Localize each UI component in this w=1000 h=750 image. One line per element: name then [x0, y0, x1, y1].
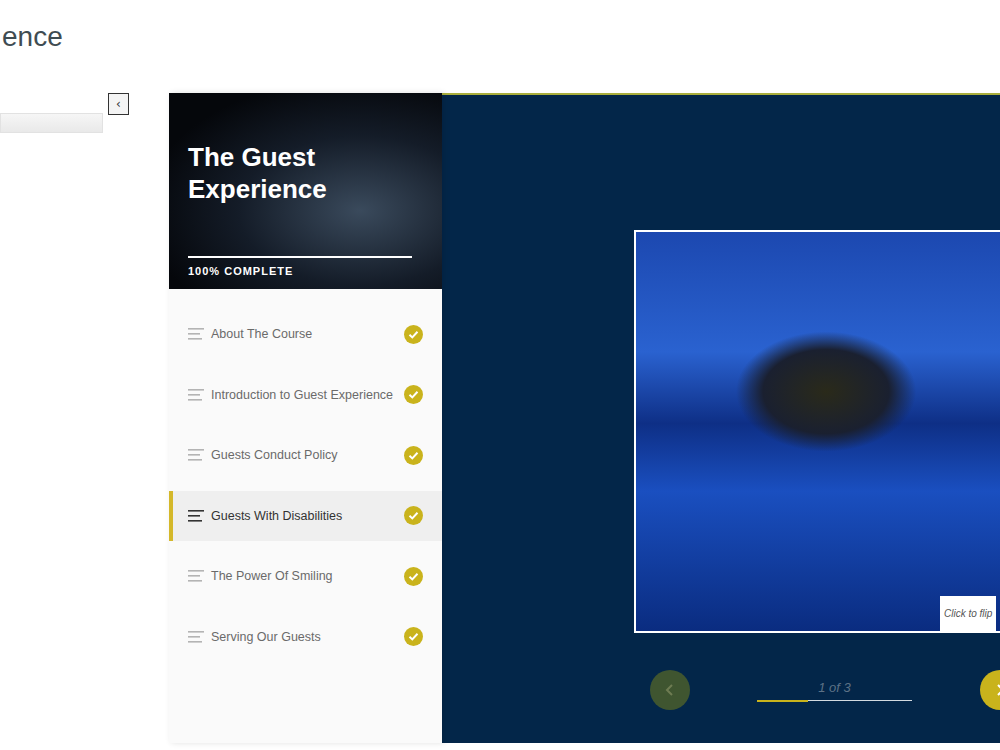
- lines-icon: [188, 631, 204, 643]
- lesson-list: About The Course Introduction to Guest Ex…: [169, 289, 442, 743]
- lesson-item[interactable]: The Power Of Smiling: [169, 551, 442, 601]
- progress-track: [188, 256, 412, 258]
- check-icon: [404, 385, 423, 404]
- main: ‹ The Guest Experience 100% COMPLETE About …: [0, 93, 1000, 743]
- lesson-label: Serving Our Guests: [211, 629, 400, 645]
- check-icon: [404, 627, 423, 646]
- progress-fill: [188, 256, 412, 258]
- outline-strip: ‹: [0, 93, 169, 743]
- lesson-label: Guests Conduct Policy: [211, 447, 400, 463]
- lesson-item[interactable]: Introduction to Guest Experience: [169, 370, 442, 420]
- position-text: 1 of 3: [757, 680, 912, 696]
- search-field[interactable]: [0, 113, 103, 133]
- lines-icon: [188, 449, 204, 461]
- lesson-label: About The Course: [211, 326, 400, 342]
- lesson-label: The Power Of Smiling: [211, 568, 400, 584]
- check-icon: [404, 567, 423, 586]
- page: ence‹ The Guest Experience 100% COMPLETE Ab…: [0, 0, 1000, 750]
- course-header: The Guest Experience 100% COMPLETE: [169, 93, 442, 289]
- collapse-button[interactable]: ‹: [108, 93, 129, 115]
- lesson-item[interactable]: Serving Our Guests: [169, 612, 442, 662]
- chevron-left-icon: [663, 683, 677, 697]
- lines-icon: [188, 389, 204, 401]
- lesson-item[interactable]: About The Course: [169, 309, 442, 359]
- sidebar: The Guest Experience 100% COMPLETE About T…: [169, 93, 442, 743]
- chevron-right-icon: [993, 683, 1000, 697]
- check-icon: [404, 325, 423, 344]
- check-icon: [404, 506, 423, 525]
- course-panel: The Guest Experience 100% COMPLETE About T…: [169, 93, 1000, 743]
- course-title: The Guest Experience: [188, 141, 398, 205]
- page-title: ence: [0, 0, 1000, 93]
- position-fill: [757, 700, 808, 702]
- card-photo: [636, 232, 1000, 631]
- prev-button[interactable]: [650, 670, 690, 710]
- lesson-label: Guests With Disabilities: [211, 508, 400, 524]
- page-position: 1 of 3: [757, 680, 912, 701]
- lesson-label: Introduction to Guest Experience: [211, 387, 400, 403]
- pager: 1 of 3: [442, 670, 1000, 710]
- lesson-content: Click to flip 1 of 3: [442, 93, 1000, 743]
- lesson-item[interactable]: Guests Conduct Policy: [169, 430, 442, 480]
- lines-icon: [188, 510, 204, 522]
- lines-icon: [188, 570, 204, 582]
- flip-card[interactable]: Click to flip: [634, 230, 1000, 633]
- position-track: [757, 700, 912, 701]
- next-button[interactable]: [980, 670, 1000, 710]
- flip-hint: Click to flip: [940, 596, 996, 632]
- lesson-item[interactable]: Guests With Disabilities: [169, 491, 442, 541]
- lines-icon: [188, 328, 204, 340]
- progress-text: 100% COMPLETE: [188, 264, 412, 278]
- check-icon: [404, 446, 423, 465]
